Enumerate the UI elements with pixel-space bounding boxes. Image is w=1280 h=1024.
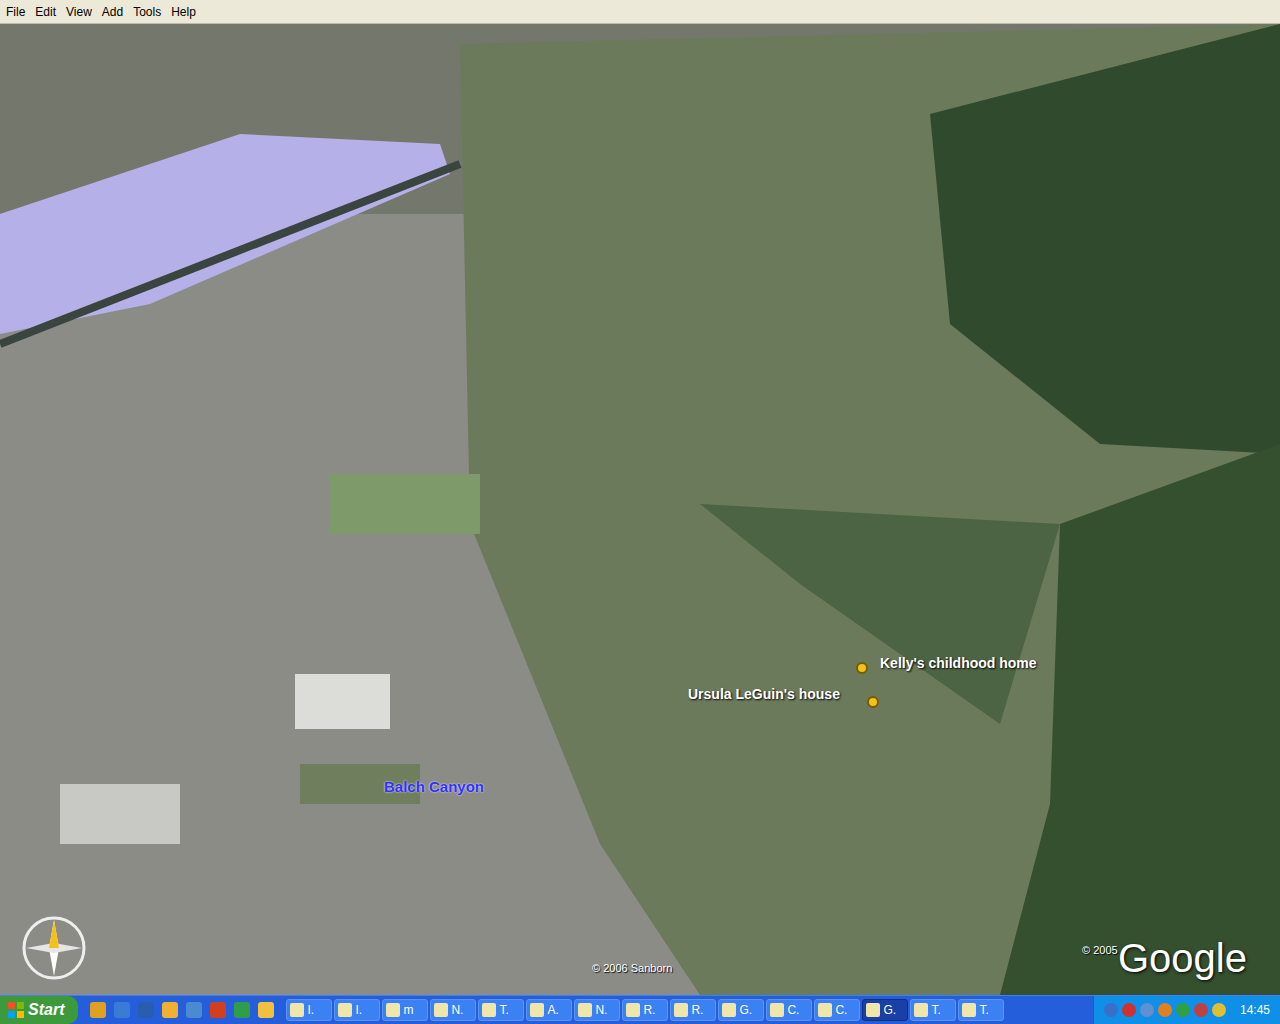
task-icon	[578, 1003, 592, 1017]
task-icon	[722, 1003, 736, 1017]
quick-launch	[78, 1002, 286, 1018]
tray-icon[interactable]	[1140, 1003, 1154, 1017]
menu-item[interactable]: Tools	[133, 6, 161, 18]
quick-launch-icon[interactable]	[258, 1002, 274, 1018]
quick-launch-icon[interactable]	[210, 1002, 226, 1018]
tray-icon[interactable]	[1104, 1003, 1118, 1017]
tray-icon[interactable]	[1212, 1003, 1226, 1017]
attribution: © 2006 Sanborn	[592, 960, 672, 977]
placemark-icon[interactable]	[856, 662, 868, 674]
compass-icon[interactable]	[18, 912, 90, 984]
place-label[interactable]: Balch Canyon	[384, 776, 484, 799]
menu-item[interactable]: File	[6, 6, 25, 18]
tray-icon[interactable]	[1176, 1003, 1190, 1017]
menu-item[interactable]: Help	[171, 6, 196, 18]
task-button[interactable]: T.	[478, 999, 524, 1021]
tray-icon[interactable]	[1194, 1003, 1208, 1017]
task-list: I.I.mN.T.A.N.R.R.G.C.C.G.T.T.	[286, 999, 1093, 1021]
quick-launch-icon[interactable]	[90, 1002, 106, 1018]
quick-launch-icon[interactable]	[234, 1002, 250, 1018]
menu-bar: File Edit View Add Tools Help	[0, 0, 1280, 24]
quick-launch-icon[interactable]	[138, 1002, 154, 1018]
task-button[interactable]: T.	[910, 999, 956, 1021]
task-button[interactable]: C.	[766, 999, 812, 1021]
task-button[interactable]: N.	[574, 999, 620, 1021]
placemark-label[interactable]: Kelly's childhood home	[880, 653, 1037, 674]
task-button[interactable]: G.	[718, 999, 764, 1021]
task-button[interactable]: R.	[622, 999, 668, 1021]
task-icon	[626, 1003, 640, 1017]
tray-icon[interactable]	[1122, 1003, 1136, 1017]
task-icon	[962, 1003, 976, 1017]
task-icon	[290, 1003, 304, 1017]
system-tray: 14:45	[1093, 996, 1280, 1024]
quick-launch-icon[interactable]	[162, 1002, 178, 1018]
task-button[interactable]: I.	[334, 999, 380, 1021]
start-button[interactable]: Start	[0, 996, 78, 1024]
placemark-label[interactable]: Ursula LeGuin's house	[688, 684, 840, 705]
task-button[interactable]: G.	[862, 999, 908, 1021]
menu-item[interactable]: Edit	[35, 6, 56, 18]
clock[interactable]: 14:45	[1240, 1001, 1270, 1019]
windows-logo-icon	[8, 1002, 24, 1018]
task-icon	[530, 1003, 544, 1017]
task-icon	[866, 1003, 880, 1017]
menu-item[interactable]: View	[66, 6, 92, 18]
task-icon	[770, 1003, 784, 1017]
task-icon	[482, 1003, 496, 1017]
quick-launch-icon[interactable]	[186, 1002, 202, 1018]
task-button[interactable]: m	[382, 999, 428, 1021]
tray-icon[interactable]	[1158, 1003, 1172, 1017]
task-button[interactable]: A.	[526, 999, 572, 1021]
task-button[interactable]: I.	[286, 999, 332, 1021]
quick-launch-icon[interactable]	[114, 1002, 130, 1018]
placemark-icon[interactable]	[867, 696, 879, 708]
task-icon	[386, 1003, 400, 1017]
task-icon	[818, 1003, 832, 1017]
taskbar: StartI.I.mN.T.A.N.R.R.G.C.C.G.T.T.14:45	[0, 995, 1280, 1024]
task-button[interactable]: R.	[670, 999, 716, 1021]
google-logo: Google	[1118, 938, 1247, 978]
task-button[interactable]: N.	[430, 999, 476, 1021]
task-icon	[338, 1003, 352, 1017]
task-button[interactable]: C.	[814, 999, 860, 1021]
task-icon	[914, 1003, 928, 1017]
task-button[interactable]: T.	[958, 999, 1004, 1021]
task-icon	[674, 1003, 688, 1017]
attribution: © 2005	[1082, 942, 1118, 959]
aerial-imagery	[0, 24, 1280, 995]
menu-item[interactable]: Add	[102, 6, 123, 18]
screen: File Edit View Add Tools Help Kelly's childhoo…	[0, 0, 1280, 1024]
task-icon	[434, 1003, 448, 1017]
map-view[interactable]: Kelly's childhood home Ursula LeGuin's ho…	[0, 24, 1280, 995]
